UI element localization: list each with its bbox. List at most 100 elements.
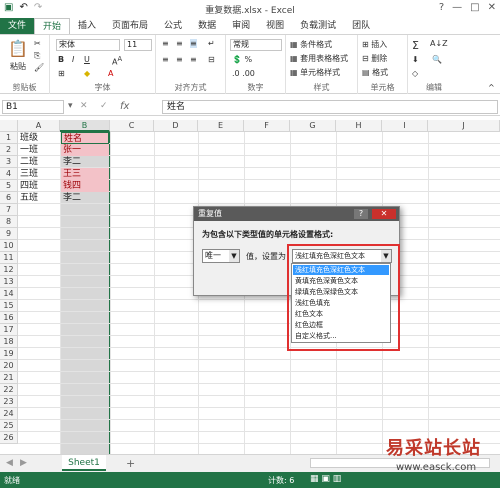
fill-icon[interactable]: ⬇ — [412, 55, 419, 64]
formula-input[interactable]: 姓名 — [162, 100, 498, 114]
paste-icon[interactable]: 📋 — [8, 39, 28, 58]
row-header[interactable]: 9 — [0, 228, 18, 240]
cell-b2[interactable]: 张一 — [61, 144, 109, 156]
delete-cells-button[interactable]: ⊟ 删除 — [362, 53, 387, 64]
font-color-icon[interactable]: A — [108, 69, 113, 78]
tab-home[interactable]: 开始 — [34, 18, 71, 34]
row-header[interactable]: 11 — [0, 252, 18, 264]
align-right-icon[interactable]: ≡ — [190, 55, 197, 64]
enter-icon[interactable]: ✓ — [100, 101, 108, 111]
cell-a6[interactable]: 五班 — [18, 192, 38, 204]
row-header[interactable]: 19 — [0, 348, 18, 360]
col-header-c[interactable]: C — [110, 120, 154, 132]
sort-filter-icon[interactable]: A↓Z — [430, 39, 448, 48]
format-painter-icon[interactable]: 🖌 — [34, 63, 44, 72]
col-header-d[interactable]: D — [154, 120, 198, 132]
cell-a2[interactable]: 一班 — [18, 144, 38, 156]
col-header-b[interactable]: B — [60, 120, 110, 132]
col-header-j[interactable]: J — [428, 120, 500, 132]
row-header[interactable]: 25 — [0, 420, 18, 432]
tab-load-test[interactable]: 负载测试 — [292, 18, 344, 34]
cell-b1[interactable]: 姓名 — [61, 132, 109, 144]
dialog-help-button[interactable]: ? — [354, 209, 368, 219]
row-header[interactable]: 21 — [0, 372, 18, 384]
row-header[interactable]: 17 — [0, 324, 18, 336]
col-header-g[interactable]: G — [290, 120, 336, 132]
row-header[interactable]: 22 — [0, 384, 18, 396]
cell-styles-button[interactable]: ▦ 单元格样式 — [290, 67, 340, 78]
dialog-close-button[interactable]: ✕ — [372, 209, 396, 219]
number-format-select[interactable]: 常规 — [230, 39, 282, 51]
next-sheet-icon[interactable]: ▶ — [20, 458, 27, 468]
col-header-e[interactable]: E — [198, 120, 244, 132]
name-box[interactable]: B1 — [2, 100, 64, 114]
currency-icon[interactable]: 💲 % — [232, 55, 252, 64]
decimal-icon[interactable]: .0 .00 — [232, 69, 255, 78]
row-header[interactable]: 20 — [0, 360, 18, 372]
row-header[interactable]: 16 — [0, 312, 18, 324]
prev-sheet-icon[interactable]: ◀ — [6, 458, 13, 468]
bold-icon[interactable]: B — [58, 55, 64, 64]
autosum-icon[interactable]: Σ — [412, 39, 419, 52]
cell-a3[interactable]: 二班 — [18, 156, 38, 168]
tab-insert[interactable]: 插入 — [70, 18, 104, 34]
add-sheet-button[interactable]: + — [126, 457, 135, 470]
row-header[interactable]: 23 — [0, 396, 18, 408]
col-header-f[interactable]: F — [244, 120, 290, 132]
maximize-button[interactable]: □ — [470, 2, 479, 13]
cell-a5[interactable]: 四班 — [18, 180, 38, 192]
merge-icon[interactable]: ⊟ — [208, 55, 215, 64]
col-header-i[interactable]: I — [382, 120, 428, 132]
italic-icon[interactable]: I — [72, 55, 74, 64]
tab-review[interactable]: 审阅 — [224, 18, 258, 34]
paste-button[interactable]: 粘贴 — [10, 61, 26, 72]
row-header[interactable]: 18 — [0, 336, 18, 348]
font-name-select[interactable]: 宋体 — [56, 39, 120, 51]
cell-a4[interactable]: 三班 — [18, 168, 38, 180]
align-top-icon[interactable]: ≡ — [162, 39, 169, 48]
cell-b6[interactable]: 李二 — [61, 192, 109, 204]
tab-page-layout[interactable]: 页面布局 — [104, 18, 156, 34]
clear-icon[interactable]: ◇ — [412, 69, 418, 78]
row-header[interactable]: 7 — [0, 204, 18, 216]
tab-file[interactable]: 文件 — [0, 18, 34, 34]
cancel-icon[interactable]: ✕ — [80, 101, 88, 111]
select-all-corner[interactable] — [0, 120, 18, 132]
find-icon[interactable]: 🔍 — [432, 55, 442, 64]
name-box-dropdown-icon[interactable]: ▾ — [68, 101, 73, 111]
row-header[interactable]: 24 — [0, 408, 18, 420]
align-center-icon[interactable]: ≡ — [176, 55, 183, 64]
row-header[interactable]: 4 — [0, 168, 18, 180]
row-header[interactable]: 5 — [0, 180, 18, 192]
tab-view[interactable]: 视图 — [258, 18, 292, 34]
cell-a1[interactable]: 班级 — [18, 132, 38, 144]
cell-b4[interactable]: 王三 — [61, 168, 109, 180]
row-header[interactable]: 6 — [0, 192, 18, 204]
row-header[interactable]: 15 — [0, 300, 18, 312]
align-bottom-icon[interactable]: ≡ — [190, 39, 197, 48]
value-type-select[interactable]: 唯一 ▼ — [202, 249, 240, 263]
format-as-table-button[interactable]: ▦ 套用表格格式 — [290, 53, 348, 64]
row-header[interactable]: 8 — [0, 216, 18, 228]
border-icon[interactable]: ⊞ — [58, 69, 65, 78]
insert-cells-button[interactable]: ⊞ 插入 — [362, 39, 387, 50]
row-header[interactable]: 14 — [0, 288, 18, 300]
grow-font-icon[interactable]: AA — [112, 55, 122, 67]
copy-icon[interactable]: ⎘ — [34, 51, 40, 61]
tab-formulas[interactable]: 公式 — [156, 18, 190, 34]
wrap-text-icon[interactable]: ↵ — [208, 39, 215, 48]
align-left-icon[interactable]: ≡ — [162, 55, 169, 64]
cut-icon[interactable]: ✂ — [34, 39, 41, 48]
font-size-select[interactable]: 11 — [124, 39, 152, 51]
conditional-format-button[interactable]: ▦ 条件格式 — [290, 39, 332, 50]
align-middle-icon[interactable]: ≡ — [176, 39, 183, 48]
minimize-button[interactable]: — — [452, 2, 462, 13]
col-header-a[interactable]: A — [18, 120, 60, 132]
cell-b5[interactable]: 钱四 — [61, 180, 109, 192]
sheet-tab-sheet1[interactable]: Sheet1 — [62, 455, 106, 471]
view-buttons[interactable]: ▦ ▣ ▥ — [310, 474, 341, 484]
row-header[interactable]: 2 — [0, 144, 18, 156]
fill-color-icon[interactable]: ◆ — [84, 69, 90, 78]
row-header[interactable]: 13 — [0, 276, 18, 288]
underline-icon[interactable]: U — [84, 55, 90, 64]
